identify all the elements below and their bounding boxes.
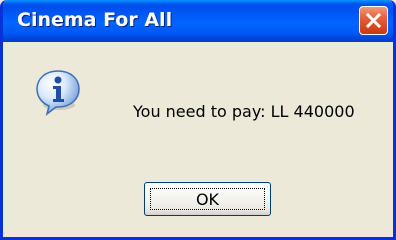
- dialog-title: Cinema For All: [17, 9, 173, 31]
- message-dialog: Cinema For All You need to pay: LL 44000…: [0, 0, 396, 240]
- ok-button[interactable]: OK: [144, 182, 271, 216]
- dialog-body: You need to pay: LL 440000 OK: [3, 42, 393, 237]
- close-icon: [365, 12, 382, 29]
- close-button[interactable]: [359, 6, 388, 35]
- ok-button-label: OK: [195, 189, 220, 209]
- dialog-message: You need to pay: LL 440000: [133, 102, 355, 121]
- info-icon: [36, 70, 80, 116]
- title-bar[interactable]: Cinema For All: [3, 0, 393, 42]
